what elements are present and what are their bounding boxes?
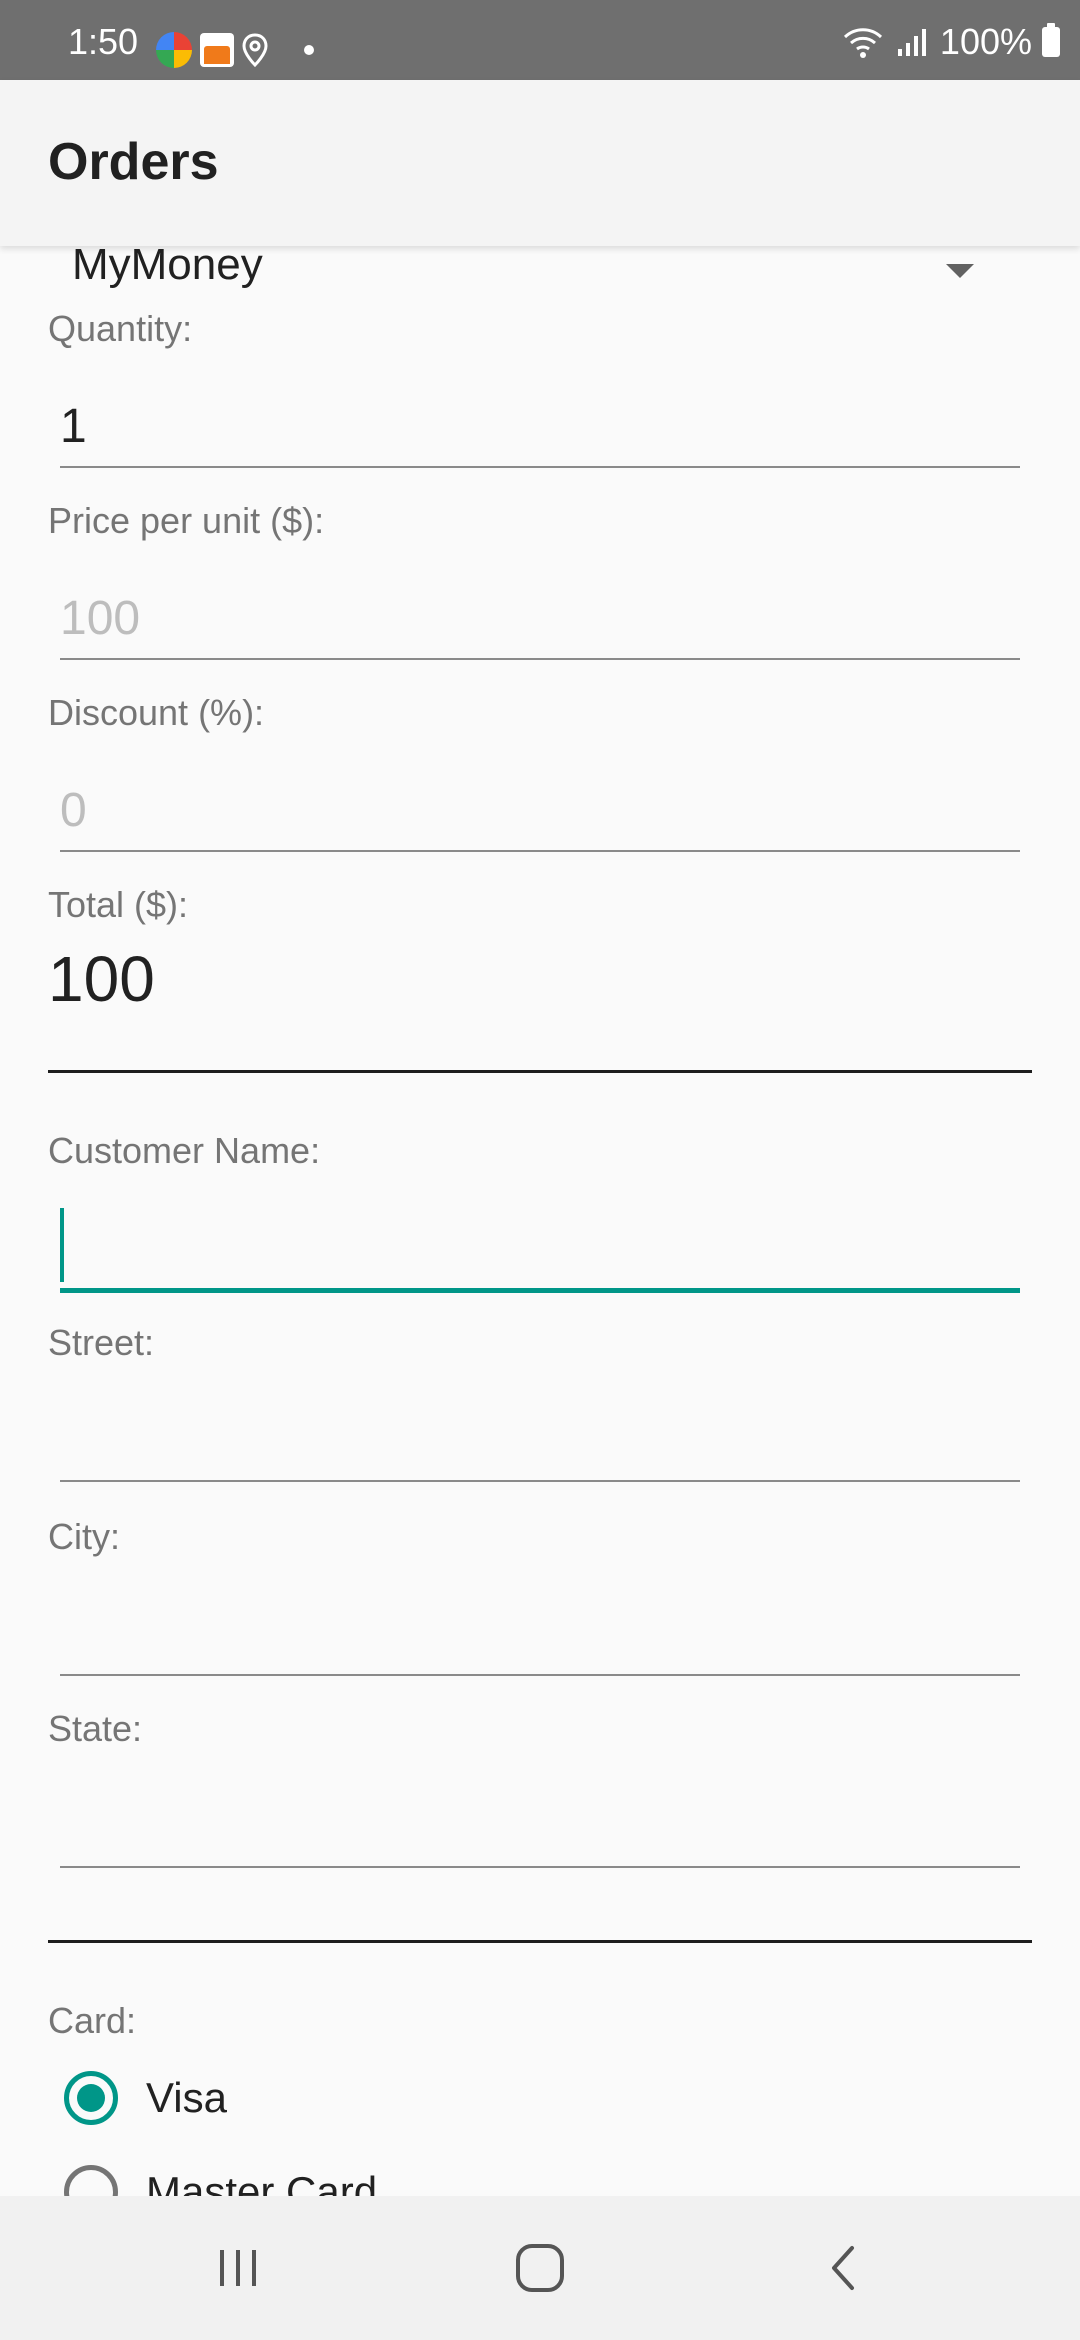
home-button[interactable] bbox=[508, 2236, 572, 2300]
signal-icon bbox=[897, 29, 926, 56]
dropdown-arrow-icon bbox=[946, 264, 974, 278]
back-button[interactable] bbox=[812, 2236, 876, 2300]
spinner-value: MyMoney bbox=[72, 246, 263, 289]
status-right: 100% bbox=[842, 22, 1060, 62]
street-field[interactable] bbox=[60, 1396, 1020, 1482]
city-field[interactable] bbox=[60, 1590, 1020, 1676]
total-label: Total ($): bbox=[48, 884, 189, 925]
status-bar: 1:50 100% bbox=[0, 0, 1080, 80]
discount-value: 0 bbox=[60, 784, 87, 837]
home-icon bbox=[516, 2244, 564, 2292]
screen: 1:50 100% Orders MyMoney Quantity: 1 Pri… bbox=[0, 0, 1080, 2340]
price-field[interactable]: 100 bbox=[60, 574, 1020, 660]
recents-button[interactable] bbox=[206, 2236, 270, 2300]
chrome-app-icon bbox=[156, 32, 192, 68]
gallery-app-icon bbox=[200, 33, 234, 67]
discount-field[interactable]: 0 bbox=[60, 766, 1020, 852]
status-time: 1:50 bbox=[68, 21, 139, 62]
radio-master-card[interactable]: Master Card bbox=[64, 2160, 377, 2196]
recents-icon bbox=[220, 2250, 256, 2286]
card-label: Card: bbox=[48, 2000, 137, 2041]
city-label: City: bbox=[48, 1516, 120, 1557]
price-label: Price per unit ($): bbox=[48, 500, 325, 541]
battery-icon bbox=[1042, 23, 1060, 57]
page-title: Orders bbox=[48, 133, 219, 191]
more-notifications-dot bbox=[304, 45, 314, 55]
customer-name-label: Customer Name: bbox=[48, 1130, 321, 1171]
price-value: 100 bbox=[60, 592, 141, 645]
location-icon bbox=[242, 33, 268, 67]
notification-icons bbox=[156, 30, 314, 70]
back-icon bbox=[832, 2246, 854, 2290]
order-form: MyMoney Quantity: 1 Price per unit ($): … bbox=[0, 246, 1080, 2196]
radio-visa[interactable]: Visa bbox=[64, 2066, 227, 2130]
state-field[interactable] bbox=[60, 1782, 1020, 1868]
discount-label: Discount (%): bbox=[48, 692, 265, 733]
quantity-field[interactable]: 1 bbox=[60, 382, 1020, 468]
street-label: Street: bbox=[48, 1322, 155, 1363]
radio-label: Master Card bbox=[146, 2168, 378, 2196]
quantity-value: 1 bbox=[60, 400, 87, 453]
product-spinner[interactable]: MyMoney bbox=[0, 246, 1080, 300]
total-value: 100 bbox=[48, 943, 155, 1015]
radio-checked-icon bbox=[64, 2071, 118, 2125]
radio-unchecked-icon bbox=[64, 2165, 118, 2196]
navigation-bar bbox=[0, 2196, 1080, 2340]
state-label: State: bbox=[48, 1708, 143, 1749]
wifi-icon bbox=[843, 28, 882, 58]
section-divider bbox=[48, 1070, 1032, 1073]
app-bar: Orders bbox=[0, 80, 1080, 246]
radio-label: Visa bbox=[146, 2074, 227, 2121]
quantity-label: Quantity: bbox=[48, 308, 193, 349]
text-cursor bbox=[60, 1208, 64, 1282]
battery-percentage: 100% bbox=[939, 21, 1032, 62]
customer-name-field[interactable] bbox=[60, 1204, 1020, 1293]
section-divider bbox=[48, 1940, 1032, 1943]
